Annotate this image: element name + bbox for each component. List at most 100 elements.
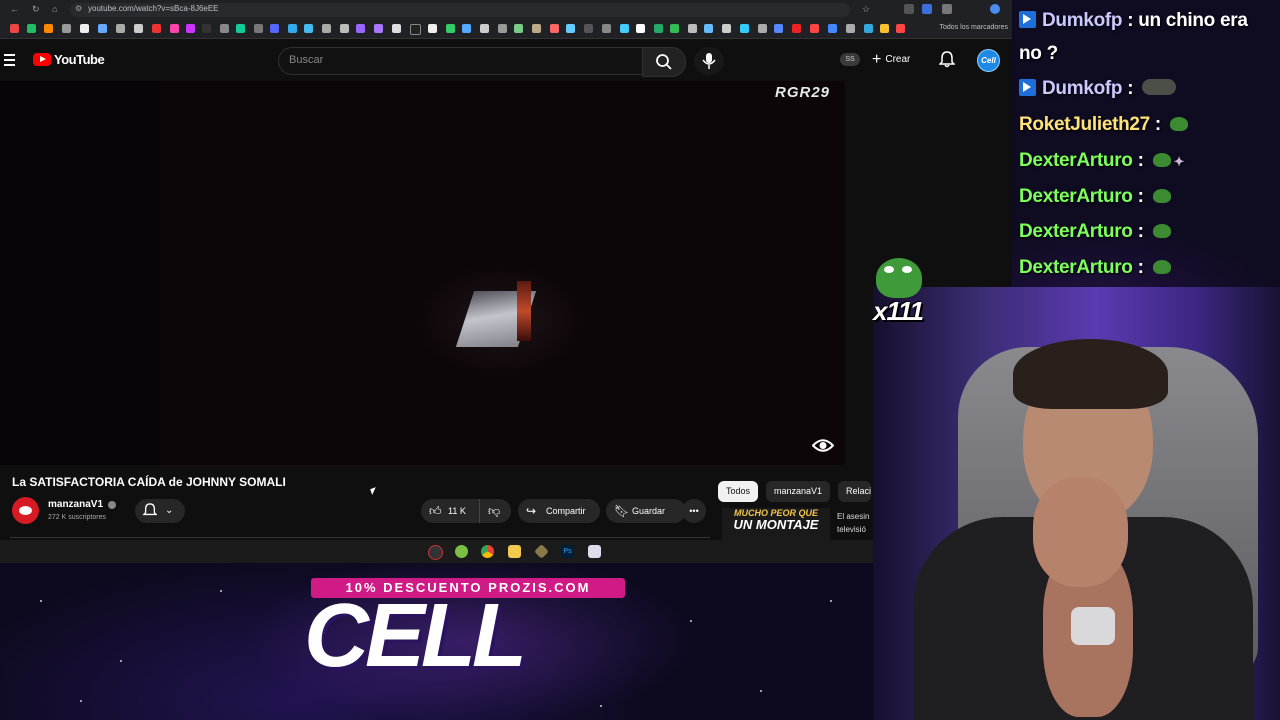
chip-related[interactable]: Relaci bbox=[838, 481, 872, 502]
menu-icon[interactable] bbox=[4, 54, 15, 69]
obs-icon[interactable] bbox=[428, 545, 443, 560]
bookmark-icon[interactable] bbox=[774, 24, 783, 33]
voice-search-button[interactable] bbox=[694, 47, 724, 75]
bookmark-icon[interactable] bbox=[480, 24, 489, 33]
bookmark-icon[interactable] bbox=[792, 24, 801, 33]
bookmark-icon[interactable] bbox=[410, 24, 421, 35]
search-input[interactable]: Buscar bbox=[278, 47, 644, 75]
like-button[interactable]: 👍︎ 11 K bbox=[421, 499, 476, 523]
bookmark-icon[interactable] bbox=[27, 24, 36, 33]
bookmark-icon[interactable] bbox=[202, 24, 211, 33]
bookmark-icon[interactable] bbox=[170, 24, 179, 33]
bookmark-icon[interactable] bbox=[374, 24, 383, 33]
recommendation-title[interactable]: El asesin televisió bbox=[837, 510, 869, 536]
youtube-logo-text[interactable]: YouTube bbox=[54, 52, 105, 67]
bookmark-icon[interactable] bbox=[654, 24, 663, 33]
bookmark-icon[interactable] bbox=[810, 24, 819, 33]
bookmark-icon[interactable] bbox=[220, 24, 229, 33]
bookmark-icon[interactable] bbox=[566, 24, 575, 33]
bookmark-icon[interactable] bbox=[740, 24, 749, 33]
bookmark-icon[interactable] bbox=[688, 24, 697, 33]
extension-icon[interactable] bbox=[922, 4, 932, 14]
like-dislike-group: 👍︎ 11 K 👎︎ bbox=[421, 499, 511, 523]
bookmark-icon[interactable] bbox=[356, 24, 365, 33]
address-bar[interactable]: ⚙ youtube.com/watch?v=sBca-8J6eEE bbox=[70, 3, 850, 17]
bookmark-icon[interactable] bbox=[428, 24, 437, 33]
bookmark-icon[interactable] bbox=[514, 24, 523, 33]
star-icon[interactable]: ☆ bbox=[862, 4, 870, 14]
bookmark-icon[interactable] bbox=[550, 24, 559, 33]
bookmark-icon[interactable] bbox=[62, 24, 71, 33]
all-bookmarks-label[interactable]: Todos los marcadores bbox=[940, 24, 1008, 31]
bookmark-icon[interactable] bbox=[254, 24, 263, 33]
bookmark-icon[interactable] bbox=[10, 24, 19, 33]
pepe-emote-icon bbox=[1152, 260, 1171, 274]
bookmark-icon[interactable] bbox=[846, 24, 855, 33]
save-button[interactable]: 🔖︎ Guardar bbox=[606, 499, 686, 523]
channel-name[interactable]: manzanaV1 bbox=[48, 499, 103, 510]
folder-icon[interactable] bbox=[508, 545, 521, 558]
bookmark-icon[interactable] bbox=[152, 24, 161, 33]
more-actions-button[interactable]: ••• bbox=[682, 499, 706, 523]
youtube-logo-icon[interactable] bbox=[33, 53, 51, 66]
video-player[interactable] bbox=[0, 81, 845, 465]
photoshop-icon[interactable]: Ps bbox=[561, 545, 574, 558]
app-icon[interactable] bbox=[455, 545, 468, 558]
bookmark-icon[interactable] bbox=[186, 24, 195, 33]
bookmark-icon[interactable] bbox=[392, 24, 401, 33]
bookmark-icon[interactable] bbox=[98, 24, 107, 33]
dislike-button[interactable]: 👎︎ bbox=[479, 499, 512, 523]
verified-icon bbox=[108, 501, 116, 509]
search-button[interactable] bbox=[642, 47, 686, 77]
app-icon[interactable] bbox=[534, 544, 549, 559]
home-icon[interactable]: ⌂ bbox=[52, 4, 57, 14]
reload-icon[interactable]: ↻ bbox=[32, 4, 40, 14]
bookmark-icon[interactable] bbox=[116, 24, 125, 33]
eye-icon[interactable] bbox=[812, 438, 834, 453]
subscription-bell-button[interactable]: ⌄ bbox=[135, 499, 185, 523]
bookmark-icon[interactable] bbox=[236, 24, 245, 33]
bookmark-icon[interactable] bbox=[304, 24, 313, 33]
app-icon[interactable] bbox=[588, 545, 601, 558]
back-icon[interactable]: ← bbox=[10, 4, 19, 14]
extension-icon[interactable] bbox=[904, 4, 914, 14]
chat-username: Dumkofp bbox=[1042, 10, 1123, 31]
bookmark-icon[interactable] bbox=[880, 24, 889, 33]
bookmark-icon[interactable] bbox=[636, 24, 645, 33]
recommendation-thumbnail[interactable]: MUCHO PEOR QUE UN MONTAJE bbox=[722, 508, 830, 540]
share-button[interactable]: ↪ Compartir bbox=[518, 499, 600, 523]
bookmark-icon[interactable] bbox=[446, 24, 455, 33]
bookmark-icon[interactable] bbox=[322, 24, 331, 33]
bookmark-icon[interactable] bbox=[828, 24, 837, 33]
bookmark-icon[interactable] bbox=[758, 24, 767, 33]
bookmark-icon[interactable] bbox=[704, 24, 713, 33]
chip-todos[interactable]: Todos bbox=[718, 481, 759, 502]
share-icon: ↪ bbox=[526, 504, 537, 518]
bookmark-icon[interactable] bbox=[340, 24, 349, 33]
bookmark-icon[interactable] bbox=[620, 24, 629, 33]
bookmark-icon[interactable] bbox=[498, 24, 507, 33]
site-info-icon[interactable]: ⚙ bbox=[75, 4, 82, 14]
chip-channel[interactable]: manzanaV1 bbox=[766, 481, 831, 502]
bookmark-icon[interactable] bbox=[722, 24, 731, 33]
notifications-button[interactable] bbox=[938, 51, 956, 73]
profile-icon[interactable] bbox=[990, 4, 1000, 14]
create-button[interactable]: + Crear bbox=[872, 51, 910, 69]
bookmark-icon[interactable] bbox=[270, 24, 279, 33]
account-avatar[interactable]: Cell bbox=[977, 49, 1000, 72]
ss-badge[interactable]: SS bbox=[840, 53, 860, 66]
bookmark-icon[interactable] bbox=[462, 24, 471, 33]
bookmark-icon[interactable] bbox=[288, 24, 297, 33]
bookmark-icon[interactable] bbox=[584, 24, 593, 33]
chrome-icon[interactable] bbox=[481, 545, 494, 558]
bookmark-icon[interactable] bbox=[864, 24, 873, 33]
bookmark-icon[interactable] bbox=[670, 24, 679, 33]
bookmark-icon[interactable] bbox=[602, 24, 611, 33]
extensions-puzzle-icon[interactable] bbox=[942, 4, 952, 14]
bookmark-icon[interactable] bbox=[532, 24, 541, 33]
bookmark-icon[interactable] bbox=[134, 24, 143, 33]
bookmark-icon[interactable] bbox=[44, 24, 53, 33]
bookmark-icon[interactable] bbox=[80, 24, 89, 33]
channel-avatar[interactable] bbox=[12, 497, 39, 524]
bookmark-icon[interactable] bbox=[896, 24, 905, 33]
